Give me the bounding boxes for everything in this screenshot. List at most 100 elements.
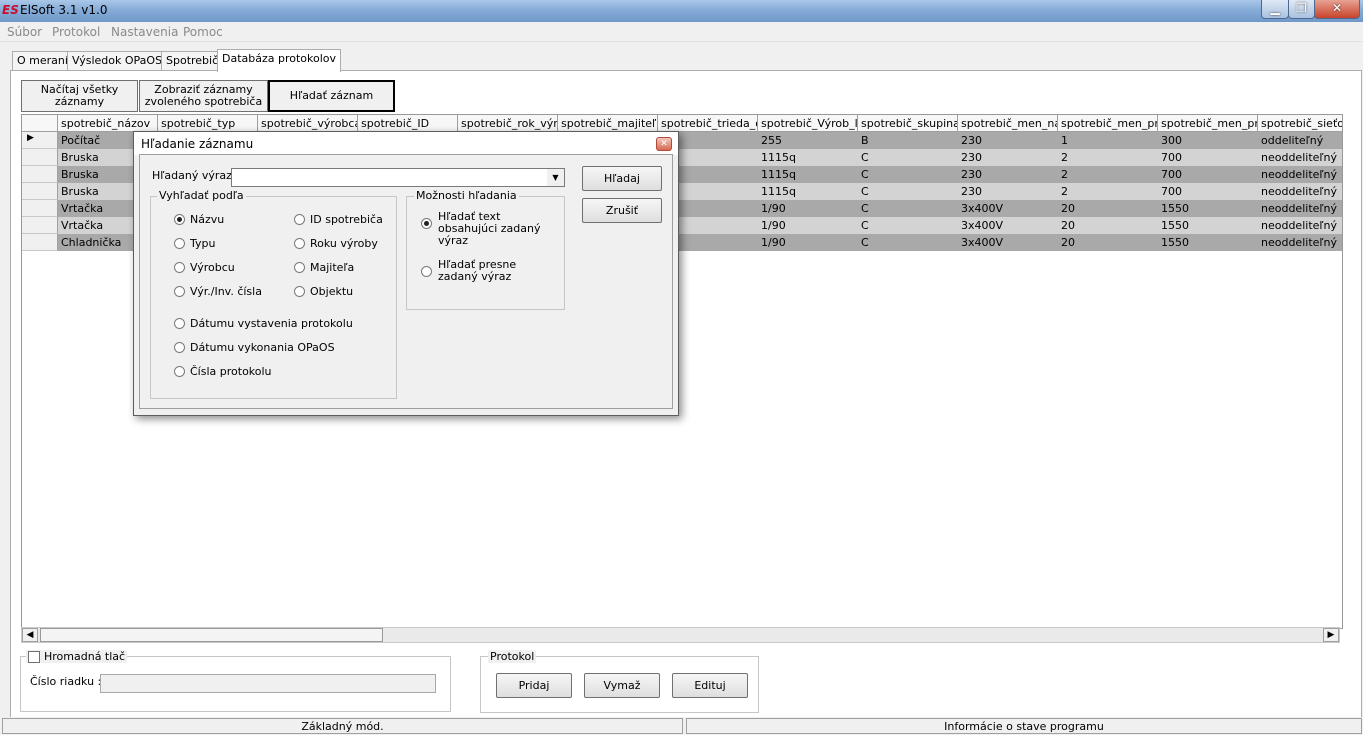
- table-cell[interactable]: 1: [1058, 132, 1158, 149]
- table-cell[interactable]: neoddeliteľný: [1258, 166, 1342, 183]
- bulk-print-checkbox[interactable]: [28, 650, 40, 663]
- table-cell[interactable]: 1/90: [758, 234, 858, 251]
- add-protocol-button[interactable]: Pridaj: [496, 673, 572, 698]
- dialog-close-icon[interactable]: ✕: [656, 137, 672, 151]
- table-cell[interactable]: 1115q: [758, 166, 858, 183]
- table-cell[interactable]: B: [858, 132, 958, 149]
- table-cell[interactable]: C: [858, 234, 958, 251]
- search-by-radio[interactable]: [174, 262, 185, 273]
- edit-protocol-button[interactable]: Edituj: [672, 673, 748, 698]
- chevron-down-icon[interactable]: ▼: [547, 169, 564, 186]
- scroll-thumb[interactable]: [40, 628, 383, 642]
- table-cell[interactable]: C: [858, 183, 958, 200]
- table-cell[interactable]: 20: [1058, 217, 1158, 234]
- table-cell[interactable]: C: [858, 166, 958, 183]
- row-header[interactable]: [22, 234, 58, 251]
- table-cell[interactable]: 1550: [1158, 217, 1258, 234]
- table-cell[interactable]: 20: [1058, 234, 1158, 251]
- grid-column-header[interactable]: spotrebič_men_pr: [1058, 115, 1158, 132]
- tab-protocol-database[interactable]: Databáza protokolov: [217, 49, 342, 72]
- row-header[interactable]: [22, 183, 58, 200]
- table-cell[interactable]: C: [858, 149, 958, 166]
- search-by-radio[interactable]: [174, 318, 185, 329]
- row-header[interactable]: ▶: [22, 132, 58, 149]
- table-cell[interactable]: 3x400V: [958, 217, 1058, 234]
- grid-column-header[interactable]: spotrebič_men_prí: [1158, 115, 1258, 132]
- table-cell[interactable]: 3x400V: [958, 200, 1058, 217]
- minimize-button[interactable]: ▁: [1261, 0, 1289, 19]
- row-header[interactable]: [22, 166, 58, 183]
- search-by-radio[interactable]: [174, 366, 185, 377]
- menu-help[interactable]: Pomoc: [183, 25, 223, 39]
- search-by-radio[interactable]: [294, 238, 305, 249]
- table-cell[interactable]: 1550: [1158, 234, 1258, 251]
- show-selected-appliance-records-button[interactable]: Zobraziť záznamy zvoleného spotrebiča: [139, 80, 268, 112]
- row-header[interactable]: [22, 217, 58, 234]
- cancel-button[interactable]: Zrušiť: [582, 198, 662, 223]
- search-option-radio[interactable]: [421, 218, 432, 229]
- table-cell[interactable]: neoddeliteľný: [1258, 200, 1342, 217]
- search-by-radio[interactable]: [174, 342, 185, 353]
- table-cell[interactable]: 1115q: [758, 183, 858, 200]
- table-cell[interactable]: 255: [758, 132, 858, 149]
- table-cell[interactable]: neoddeliteľný: [1258, 234, 1342, 251]
- grid-column-header[interactable]: spotrebič_ID: [358, 115, 458, 132]
- search-option-radio[interactable]: [421, 266, 432, 277]
- table-cell[interactable]: 300: [1158, 132, 1258, 149]
- table-cell[interactable]: 1/90: [758, 217, 858, 234]
- table-cell[interactable]: 700: [1158, 149, 1258, 166]
- table-cell[interactable]: neoddeliteľný: [1258, 149, 1342, 166]
- grid-column-header[interactable]: spotrebič_majiteľ: [558, 115, 658, 132]
- grid-column-header[interactable]: spotrebič_skupina: [858, 115, 958, 132]
- grid-column-header[interactable]: spotrebič_men_na: [958, 115, 1058, 132]
- search-record-button[interactable]: Hľadať záznam: [268, 80, 395, 112]
- table-cell[interactable]: C: [858, 217, 958, 234]
- grid-column-header[interactable]: spotrebič_typ: [158, 115, 258, 132]
- grid-column-header[interactable]: spotrebič_trieda_o: [658, 115, 758, 132]
- row-header[interactable]: [22, 200, 58, 217]
- table-cell[interactable]: 3x400V: [958, 234, 1058, 251]
- table-cell[interactable]: 2: [1058, 149, 1158, 166]
- table-cell[interactable]: 2: [1058, 166, 1158, 183]
- table-cell[interactable]: neoddeliteľný: [1258, 217, 1342, 234]
- tab-appliance[interactable]: Spotrebič: [161, 51, 224, 70]
- table-cell[interactable]: 1115q: [758, 149, 858, 166]
- table-cell[interactable]: 230: [958, 132, 1058, 149]
- grid-column-header[interactable]: spotrebič_výrobca: [258, 115, 358, 132]
- search-button[interactable]: Hľadaj: [582, 166, 662, 191]
- search-by-radio[interactable]: [294, 214, 305, 225]
- maximize-button[interactable]: ❐: [1288, 0, 1315, 19]
- table-cell[interactable]: 700: [1158, 166, 1258, 183]
- table-cell[interactable]: 230: [958, 166, 1058, 183]
- table-cell[interactable]: 230: [958, 149, 1058, 166]
- grid-column-header[interactable]: spotrebič_názov: [58, 115, 158, 132]
- table-cell[interactable]: 1550: [1158, 200, 1258, 217]
- row-number-field[interactable]: [100, 674, 436, 693]
- row-header[interactable]: [22, 149, 58, 166]
- search-by-radio[interactable]: [174, 238, 185, 249]
- close-window-button[interactable]: ✕: [1314, 0, 1360, 19]
- grid-column-header[interactable]: spotrebič_rok_výro: [458, 115, 558, 132]
- scroll-left-icon[interactable]: ◀: [22, 628, 38, 642]
- table-cell[interactable]: 230: [958, 183, 1058, 200]
- horizontal-scrollbar[interactable]: ◀ ▶: [21, 627, 1340, 643]
- search-by-radio[interactable]: [174, 286, 185, 297]
- delete-protocol-button[interactable]: Vymaž: [584, 673, 660, 698]
- table-cell[interactable]: neoddeliteľný: [1258, 183, 1342, 200]
- table-cell[interactable]: C: [858, 200, 958, 217]
- grid-column-header[interactable]: spotrebič_sieťov: [1258, 115, 1342, 132]
- table-cell[interactable]: 2: [1058, 183, 1158, 200]
- search-by-radio[interactable]: [294, 286, 305, 297]
- table-cell[interactable]: 20: [1058, 200, 1158, 217]
- table-cell[interactable]: 1/90: [758, 200, 858, 217]
- menu-settings[interactable]: Nastavenia: [111, 25, 178, 39]
- search-expression-combobox[interactable]: ▼: [231, 168, 565, 187]
- table-cell[interactable]: 700: [1158, 183, 1258, 200]
- table-cell[interactable]: oddeliteľný: [1258, 132, 1342, 149]
- menu-file[interactable]: Súbor: [7, 25, 42, 39]
- tab-opaos-result[interactable]: Výsledok OPaOS: [67, 51, 168, 70]
- menu-protocol[interactable]: Protokol: [52, 25, 100, 39]
- scroll-right-icon[interactable]: ▶: [1323, 628, 1339, 642]
- search-by-radio[interactable]: [294, 262, 305, 273]
- tab-measurement[interactable]: O meraní: [12, 51, 73, 70]
